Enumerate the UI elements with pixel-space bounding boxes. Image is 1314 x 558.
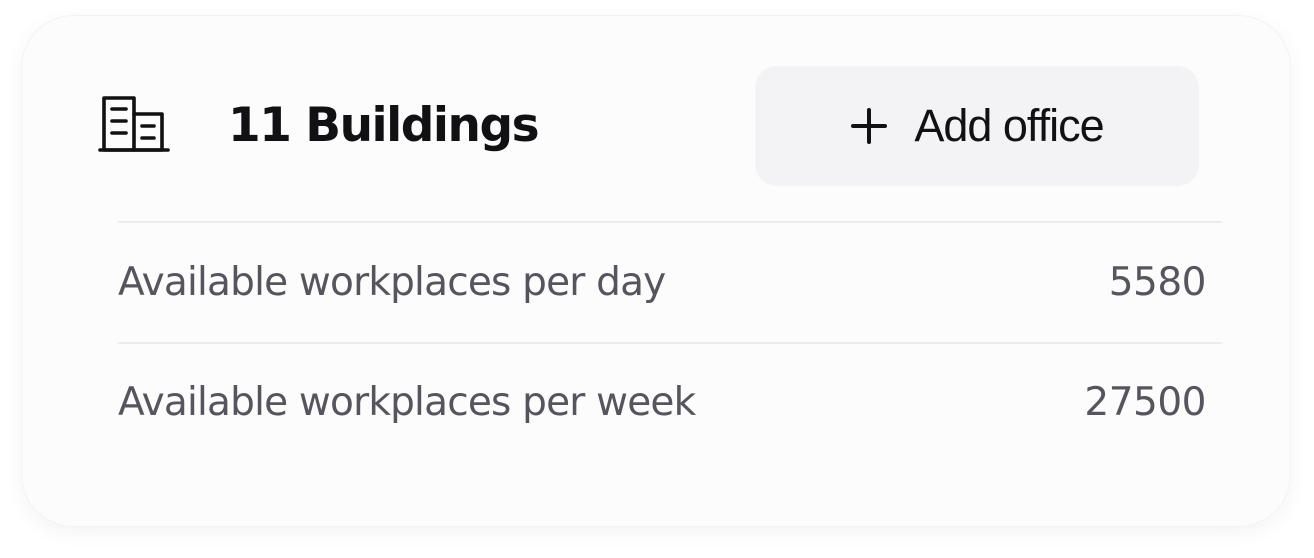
add-office-label: Add office: [914, 100, 1104, 151]
divider: [118, 342, 1222, 344]
plus-icon: [851, 108, 888, 144]
stat-row-per-week: Available workplaces per week 27500: [118, 372, 1206, 432]
buildings-count-title: 11 Buildings: [228, 98, 540, 153]
stat-row-per-day: Available workplaces per day 5580: [118, 252, 1207, 312]
add-office-button[interactable]: Add office: [755, 66, 1199, 186]
building-icon: [98, 94, 170, 154]
stat-value: 5580: [1108, 259, 1207, 305]
stat-label: Available workplaces per week: [118, 379, 696, 425]
card-header: 11 Buildings Add office: [96, 66, 1200, 186]
stat-label: Available workplaces per day: [118, 259, 666, 305]
divider: [118, 221, 1222, 223]
offices-summary-card: 11 Buildings Add office Available workpl…: [22, 16, 1290, 526]
stat-value: 27500: [1084, 379, 1206, 425]
